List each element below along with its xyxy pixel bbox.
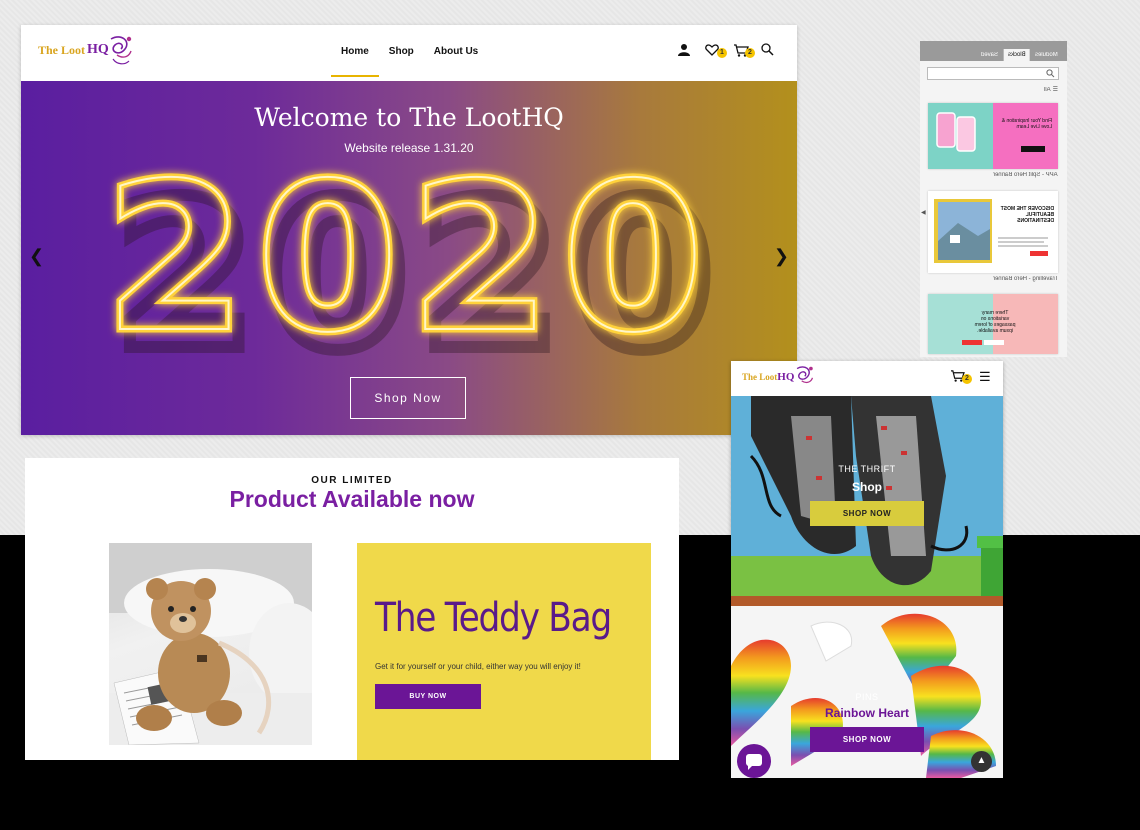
builder-block-label: APP - Split Hero Banner <box>993 172 1058 178</box>
pins-heading: Rainbow Heart <box>824 706 909 720</box>
nav-home[interactable]: Home <box>331 25 379 81</box>
product-promo-panel: The Teddy Bag Get it for yourself or you… <box>357 543 651 760</box>
product-section: OUR LIMITED Product Available now The Te… <box>25 458 679 760</box>
teddy-bear-illustration <box>109 543 312 745</box>
builder-block-text-hero[interactable]: There many variations on passages of lor… <box>928 294 1058 354</box>
chat-bubble-icon <box>746 754 762 770</box>
neon-year-core: 2020 <box>104 151 715 361</box>
header-icons: 1 2 <box>677 43 777 59</box>
slider-next-icon[interactable]: ❯ <box>774 246 789 267</box>
cart-icon[interactable]: 2 <box>733 43 755 59</box>
page-builder-panel: Saved Blocks Modules All ☰ Find Your Ins… <box>920 41 1067 357</box>
site-header: The Loot HQ Home Shop About Us 1 2 <box>21 25 797 81</box>
builder-filter[interactable]: All ☰ <box>1044 86 1058 93</box>
mobile-thrift-section: THE THRIFT Shop SHOP NOW <box>731 396 1003 606</box>
thrift-kicker: THE THRIFT <box>838 464 896 474</box>
user-icon[interactable] <box>677 43 693 59</box>
wishlist-icon[interactable]: 1 <box>705 43 727 59</box>
mobile-cart-icon[interactable]: 2 <box>950 369 972 385</box>
builder-block-travel-hero[interactable]: DISCOVER THE MOST BEAUTIFUL DESTINATIONS <box>928 191 1058 273</box>
thrift-shop-now-button[interactable]: SHOP NOW <box>810 501 924 526</box>
teddy-bag-photo <box>109 543 312 745</box>
logo-swirl-icon <box>797 366 814 384</box>
nav-shop[interactable]: Shop <box>379 25 424 81</box>
collapse-arrow-icon[interactable]: ◀ <box>921 209 926 216</box>
neon-year-graphic: 2020 2020 2020 <box>100 151 720 361</box>
mobile-pins-section: PINS Rainbow Heart SHOP NOW <box>731 606 1003 778</box>
tab-blocks[interactable]: Blocks <box>1003 49 1030 61</box>
pins-kicker: PINS <box>855 692 879 702</box>
block-thumbnail <box>928 103 1058 169</box>
builder-tabs: Saved Blocks Modules <box>920 41 1067 61</box>
hero-title: Welcome to The LootHQ <box>254 103 564 132</box>
nav-about-us[interactable]: About Us <box>424 25 488 81</box>
logo-swirl-icon <box>110 36 132 65</box>
product-kicker: OUR LIMITED <box>311 475 393 486</box>
mobile-mockup: The Loot HQ 2 ☰ THE THRIFT Shop SHOP NOW… <box>731 361 1003 778</box>
slider-prev-icon[interactable]: ❮ <box>29 246 44 267</box>
builder-search-input[interactable] <box>927 67 1059 80</box>
hamburger-menu-icon[interactable]: ☰ <box>979 369 991 385</box>
cart-count-badge: 2 <box>745 48 755 58</box>
product-name: The Teddy Bag <box>375 595 612 641</box>
site-logo[interactable]: The Loot HQ <box>38 33 133 67</box>
wishlist-count-badge: 1 <box>717 48 727 58</box>
menu-icon: ☰ <box>1052 87 1058 93</box>
main-nav: Home Shop About Us <box>331 25 488 81</box>
pins-shop-now-button[interactable]: SHOP NOW <box>810 727 924 752</box>
product-section-title: Product Available now <box>229 486 475 512</box>
buy-now-button[interactable]: BUY NOW <box>375 684 481 709</box>
search-icon <box>1046 69 1055 78</box>
tab-saved[interactable]: Saved <box>977 49 1002 61</box>
builder-block-label: Travelling - Hero Banner <box>992 276 1058 282</box>
mobile-cart-count-badge: 2 <box>962 374 972 384</box>
tab-modules[interactable]: Modules <box>1031 49 1062 61</box>
thrift-heading: Shop <box>852 480 882 494</box>
desktop-mockup: The Loot HQ Home Shop About Us 1 2 Welco… <box>21 25 797 435</box>
mobile-header: The Loot HQ 2 ☰ <box>731 361 1003 396</box>
chat-button[interactable] <box>737 744 771 778</box>
block-thumbnail <box>928 191 1058 273</box>
search-icon[interactable] <box>761 43 777 59</box>
product-description: Get it for yourself or your child, eithe… <box>375 662 581 671</box>
mobile-logo[interactable]: The Loot HQ <box>742 363 814 391</box>
hero-banner: Welcome to The LootHQ Website release 1.… <box>21 81 797 435</box>
builder-block-app-hero[interactable]: Find Your Inspiration & Love Live Learn <box>928 103 1058 169</box>
hero-shop-now-button[interactable]: Shop Now <box>350 377 466 419</box>
back-to-top-icon[interactable]: ▲ <box>971 751 992 772</box>
